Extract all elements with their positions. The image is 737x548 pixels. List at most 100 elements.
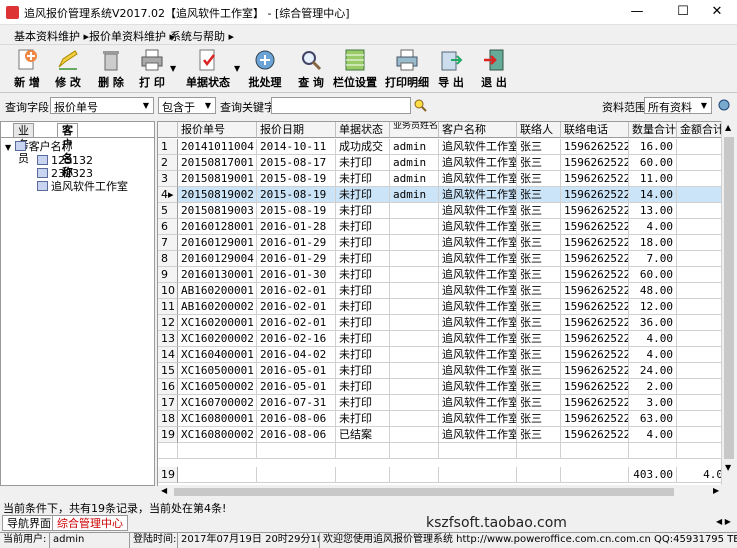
table-cell[interactable]: 追风软件工作室 bbox=[439, 203, 517, 219]
table-cell[interactable]: admin bbox=[390, 139, 439, 155]
table-cell[interactable]: 追风软件工作室 bbox=[439, 347, 517, 363]
table-cell[interactable]: XC160200002 bbox=[178, 331, 257, 347]
table-cell[interactable] bbox=[677, 363, 727, 379]
table-cell[interactable] bbox=[390, 379, 439, 395]
table-cell[interactable]: 63.00 bbox=[629, 411, 677, 427]
table-cell[interactable]: 2016-05-01 bbox=[257, 379, 336, 395]
table-cell[interactable]: 追风软件工作室 bbox=[439, 155, 517, 171]
hscroll-thumb[interactable] bbox=[174, 488, 674, 496]
table-cell[interactable]: 15962625220 bbox=[561, 155, 629, 171]
row-number[interactable]: 2 bbox=[158, 155, 178, 171]
column-header[interactable]: 联络电话 bbox=[561, 122, 629, 138]
table-cell[interactable]: 成功成交 bbox=[336, 139, 390, 155]
table-cell[interactable]: 20141011004 bbox=[178, 139, 257, 155]
table-cell[interactable] bbox=[677, 139, 727, 155]
table-cell[interactable] bbox=[390, 203, 439, 219]
scroll-thumb[interactable] bbox=[724, 137, 734, 459]
edit-button[interactable]: 修 改 bbox=[49, 48, 87, 91]
row-number[interactable]: 15 bbox=[158, 363, 178, 379]
print-detail-button[interactable]: 打印明细 bbox=[385, 48, 429, 91]
table-cell[interactable]: 2016-01-28 bbox=[257, 219, 336, 235]
table-cell[interactable]: 2016-02-01 bbox=[257, 283, 336, 299]
table-cell[interactable]: 24.00 bbox=[629, 363, 677, 379]
table-cell[interactable]: 15962625220 bbox=[561, 427, 629, 443]
table-cell[interactable] bbox=[390, 411, 439, 427]
table-cell[interactable]: 2016-05-01 bbox=[257, 363, 336, 379]
table-cell[interactable]: XC160500001 bbox=[178, 363, 257, 379]
status-dropdown-arrow[interactable]: ▼ bbox=[234, 64, 240, 73]
table-cell[interactable] bbox=[390, 347, 439, 363]
table-cell[interactable]: 张三 bbox=[517, 283, 561, 299]
table-cell[interactable]: admin bbox=[390, 155, 439, 171]
column-header[interactable]: 数量合计 bbox=[629, 122, 677, 138]
status-button[interactable]: 单据状态 bbox=[186, 48, 230, 91]
table-cell[interactable]: 张三 bbox=[517, 379, 561, 395]
table-cell[interactable] bbox=[677, 267, 727, 283]
keyword-input[interactable] bbox=[271, 97, 411, 114]
row-number[interactable]: 1 bbox=[158, 139, 178, 155]
table-cell[interactable]: 追风软件工作室 bbox=[439, 411, 517, 427]
table-cell[interactable] bbox=[677, 427, 727, 443]
table-cell[interactable] bbox=[390, 283, 439, 299]
menu-quote-data[interactable]: 报价单资料维护 ▸ bbox=[89, 28, 175, 44]
tree-item[interactable]: 232323 bbox=[37, 167, 93, 180]
table-cell[interactable] bbox=[390, 331, 439, 347]
tree-item[interactable]: 追风软件工作室 bbox=[37, 180, 128, 193]
table-cell[interactable]: 未打印 bbox=[336, 283, 390, 299]
table-cell[interactable] bbox=[677, 299, 727, 315]
table-cell[interactable]: 15962625220 bbox=[561, 139, 629, 155]
table-cell[interactable]: AB160200002 bbox=[178, 299, 257, 315]
table-cell[interactable]: 未打印 bbox=[336, 219, 390, 235]
column-header[interactable]: 报价日期 bbox=[257, 122, 336, 138]
table-cell[interactable] bbox=[390, 299, 439, 315]
table-cell[interactable]: 11.00 bbox=[629, 171, 677, 187]
table-cell[interactable]: 未打印 bbox=[336, 235, 390, 251]
table-cell[interactable]: 60.00 bbox=[629, 155, 677, 171]
table-cell[interactable]: 未打印 bbox=[336, 347, 390, 363]
table-cell[interactable]: 张三 bbox=[517, 267, 561, 283]
row-number[interactable]: 6 bbox=[158, 219, 178, 235]
table-cell[interactable]: 18.00 bbox=[629, 235, 677, 251]
horizontal-scrollbar[interactable]: ◀ ▶ bbox=[158, 485, 737, 499]
scroll-up-icon[interactable]: ▲ bbox=[725, 123, 731, 132]
table-cell[interactable] bbox=[677, 395, 727, 411]
table-cell[interactable]: 已结案 bbox=[336, 427, 390, 443]
table-cell[interactable]: 20150817001 bbox=[178, 155, 257, 171]
table-cell[interactable]: 15962625220 bbox=[561, 411, 629, 427]
table-cell[interactable]: 15962625220 bbox=[561, 235, 629, 251]
table-cell[interactable]: 2015-08-19 bbox=[257, 171, 336, 187]
table-cell[interactable]: AB160200001 bbox=[178, 283, 257, 299]
table-cell[interactable]: 追风软件工作室 bbox=[439, 395, 517, 411]
row-number[interactable]: 11 bbox=[158, 299, 178, 315]
row-number[interactable]: 19 bbox=[158, 427, 178, 443]
tree-root[interactable]: ▼ 客户名称 bbox=[5, 140, 73, 153]
row-number[interactable]: 14 bbox=[158, 347, 178, 363]
print-dropdown-arrow[interactable]: ▼ bbox=[170, 64, 176, 73]
table-cell[interactable]: 未打印 bbox=[336, 411, 390, 427]
table-cell[interactable]: 追风软件工作室 bbox=[439, 363, 517, 379]
tab-salesperson[interactable]: 业务员 bbox=[13, 123, 34, 165]
table-cell[interactable] bbox=[677, 283, 727, 299]
scroll-down-icon[interactable]: ▼ bbox=[725, 463, 731, 472]
table-cell[interactable]: 未打印 bbox=[336, 267, 390, 283]
table-cell[interactable]: 20150819003 bbox=[178, 203, 257, 219]
table-cell[interactable]: 2016-01-29 bbox=[257, 235, 336, 251]
table-cell[interactable]: 48.00 bbox=[629, 283, 677, 299]
table-cell[interactable]: 15962625220 bbox=[561, 187, 629, 203]
table-cell[interactable]: 2015-08-19 bbox=[257, 203, 336, 219]
table-cell[interactable]: 追风软件工作室 bbox=[439, 427, 517, 443]
table-cell[interactable]: XC160700002 bbox=[178, 395, 257, 411]
table-cell[interactable]: 张三 bbox=[517, 363, 561, 379]
row-number[interactable]: 3 bbox=[158, 171, 178, 187]
table-cell[interactable]: 张三 bbox=[517, 203, 561, 219]
table-cell[interactable]: 追风软件工作室 bbox=[439, 219, 517, 235]
scroll-left-icon[interactable]: ◀ bbox=[161, 486, 167, 495]
table-cell[interactable]: 未打印 bbox=[336, 363, 390, 379]
table-cell[interactable]: 16.00 bbox=[629, 139, 677, 155]
row-number[interactable]: 5 bbox=[158, 203, 178, 219]
batch-button[interactable]: 批处理 bbox=[248, 48, 282, 91]
table-cell[interactable]: 追风软件工作室 bbox=[439, 251, 517, 267]
table-cell[interactable]: 12.00 bbox=[629, 299, 677, 315]
column-header[interactable]: 业务员姓名 bbox=[390, 122, 439, 138]
menu-basic-data[interactable]: 基本资料维护 ▸ bbox=[14, 28, 89, 44]
